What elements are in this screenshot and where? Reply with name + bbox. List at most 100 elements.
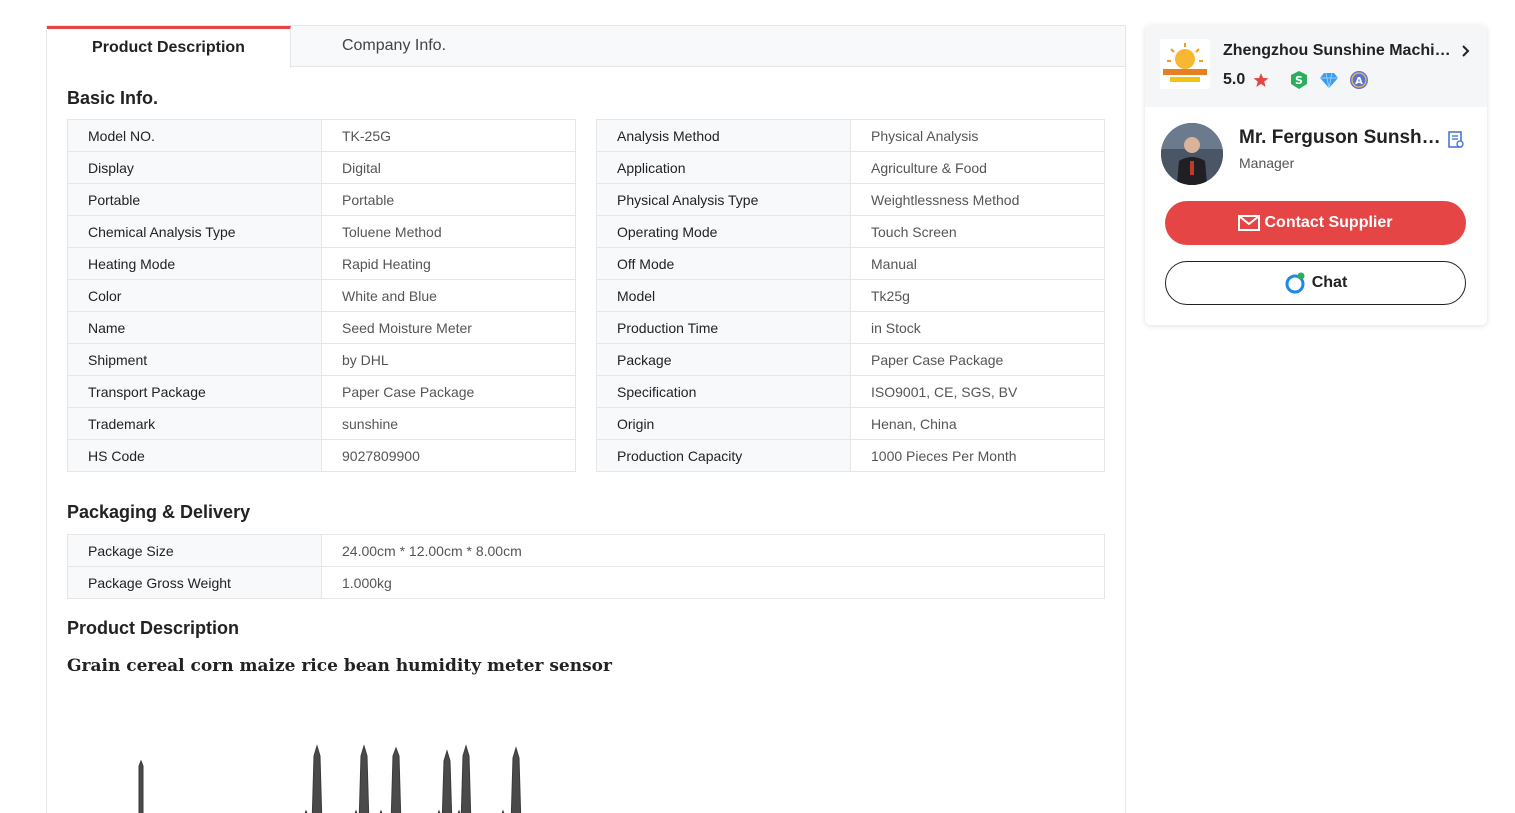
spec-key: Physical Analysis Type	[596, 183, 851, 216]
spec-key: Color	[67, 279, 322, 312]
spec-key: Trademark	[67, 407, 322, 440]
audited-a-icon[interactable]: A	[1349, 70, 1369, 90]
table-row: Model NO. TK-25G	[67, 119, 576, 152]
spec-value: Paper Case Package	[321, 375, 576, 408]
chevron-right-icon[interactable]	[1459, 41, 1473, 61]
table-row: Transport Package Paper Case Package	[67, 375, 576, 408]
table-row: Shipment by DHL	[67, 343, 576, 376]
chat-bubble-icon	[1285, 272, 1305, 294]
tab-product-description[interactable]: Product Description	[47, 26, 291, 68]
supplier-rating: 5.0	[1223, 71, 1246, 88]
spec-key: Application	[596, 151, 851, 184]
spec-key: Transport Package	[67, 375, 322, 408]
spec-key: Package Size	[67, 534, 322, 567]
table-row: Origin Henan, China	[596, 407, 1105, 440]
spec-value: White and Blue	[321, 279, 576, 312]
basic-info-table-left: Model NO. TK-25G Display Digital Portable Por…	[67, 119, 576, 472]
spec-key: Model	[596, 279, 851, 312]
basic-info-table-right: Analysis Method Physical Analysis Applicat…	[596, 119, 1105, 472]
tab-bar: Product Description Company Info.	[47, 26, 1125, 68]
spec-value: Rapid Heating	[321, 247, 576, 280]
product-image	[138, 744, 522, 813]
spec-value: Manual	[850, 247, 1105, 280]
table-row: Portable Portable	[67, 183, 576, 216]
product-description-title: Product Description	[67, 618, 240, 638]
table-row: Heating Mode Rapid Heating	[67, 247, 576, 280]
basic-info-title: Basic Info.	[67, 88, 159, 108]
product-description-heading: Grain cereal corn maize rice bean humidi…	[67, 656, 612, 676]
table-row: Analysis Method Physical Analysis	[596, 119, 1105, 152]
chat-button[interactable]: Chat	[1165, 261, 1466, 305]
table-row: Name Seed Moisture Meter	[67, 311, 576, 344]
table-row: Display Digital	[67, 151, 576, 184]
spec-key: Origin	[596, 407, 851, 440]
spec-value: Touch Screen	[850, 215, 1105, 248]
spec-value: Paper Case Package	[850, 343, 1105, 376]
table-row: Application Agriculture & Food	[596, 151, 1105, 184]
table-row: Package Size 24.00cm * 12.00cm * 8.00cm	[67, 534, 1105, 567]
spec-key: Specification	[596, 375, 851, 408]
spec-key: Chemical Analysis Type	[67, 215, 322, 248]
table-row: Specification ISO9001, CE, SGS, BV	[596, 375, 1105, 408]
table-row: Off Mode Manual	[596, 247, 1105, 280]
spec-value: Henan, China	[850, 407, 1105, 440]
avatar[interactable]	[1161, 123, 1223, 185]
table-row: Package Gross Weight 1.000kg	[67, 566, 1105, 599]
table-row: Chemical Analysis Type Toluene Method	[67, 215, 576, 248]
spec-key: Model NO.	[67, 119, 322, 152]
spec-key: Heating Mode	[67, 247, 322, 280]
spec-value: Agriculture & Food	[850, 151, 1105, 184]
table-row: Trademark sunshine	[67, 407, 576, 440]
spec-key: Off Mode	[596, 247, 851, 280]
contact-person-title: Manager	[1239, 155, 1295, 171]
contact-person-name: Mr. Ferguson Sunshine	[1239, 127, 1444, 148]
packaging-delivery-title: Packaging & Delivery	[67, 502, 251, 522]
spec-value: 1000 Pieces Per Month	[850, 439, 1105, 472]
table-row: Package Paper Case Package	[596, 343, 1105, 376]
spec-key: HS Code	[67, 439, 322, 472]
spec-key: Display	[67, 151, 322, 184]
company-name[interactable]: Zhengzhou Sunshine Machinery Co., Ltd.	[1223, 42, 1459, 60]
shield-s-icon[interactable]: S	[1289, 70, 1309, 90]
spec-value: 1.000kg	[321, 566, 1105, 599]
spec-value: Seed Moisture Meter	[321, 311, 576, 344]
table-row: Physical Analysis Type Weightlessness Met…	[596, 183, 1105, 216]
spec-key: Package	[596, 343, 851, 376]
business-card-icon[interactable]	[1447, 130, 1465, 150]
packaging-table: Package Size 24.00cm * 12.00cm * 8.00cm Pa…	[67, 534, 1105, 599]
spec-value: by DHL	[321, 343, 576, 376]
contact-supplier-button[interactable]: Contact Supplier	[1165, 201, 1466, 245]
table-row: Model Tk25g	[596, 279, 1105, 312]
spec-value: in Stock	[850, 311, 1105, 344]
spec-key: Production Time	[596, 311, 851, 344]
spec-key: Package Gross Weight	[67, 566, 322, 599]
spec-key: Name	[67, 311, 322, 344]
spec-value: Physical Analysis	[850, 119, 1105, 152]
supplier-card: Zhengzhou Sunshine Machinery Co., Ltd. 5…	[1145, 25, 1487, 325]
table-row: Production Time in Stock	[596, 311, 1105, 344]
spec-key: Operating Mode	[596, 215, 851, 248]
spec-value: Tk25g	[850, 279, 1105, 312]
svg-text:A: A	[1355, 76, 1363, 87]
product-detail-card: Product Description Company Info. Basic …	[46, 25, 1126, 813]
spec-value: Digital	[321, 151, 576, 184]
spec-value: Portable	[321, 183, 576, 216]
spec-key: Shipment	[67, 343, 322, 376]
contact-supplier-label: Contact Supplier	[1264, 214, 1393, 231]
spec-value: Toluene Method	[321, 215, 576, 248]
spec-value: Weightlessness Method	[850, 183, 1105, 216]
table-row: HS Code 9027809900	[67, 439, 576, 472]
chat-label: Chat	[1311, 274, 1348, 291]
spec-value: 24.00cm * 12.00cm * 8.00cm	[321, 534, 1105, 567]
spec-value: TK-25G	[321, 119, 576, 152]
supplier-header[interactable]: Zhengzhou Sunshine Machinery Co., Ltd. 5…	[1145, 25, 1487, 107]
spec-key: Analysis Method	[596, 119, 851, 152]
tab-company-info[interactable]: Company Info.	[291, 26, 497, 67]
diamond-icon[interactable]	[1319, 70, 1339, 90]
spec-value: ISO9001, CE, SGS, BV	[850, 375, 1105, 408]
table-row: Production Capacity 1000 Pieces Per Month	[596, 439, 1105, 472]
envelope-icon	[1238, 215, 1261, 231]
spec-key: Production Capacity	[596, 439, 851, 472]
company-logo	[1160, 39, 1210, 89]
star-icon	[1253, 73, 1269, 87]
